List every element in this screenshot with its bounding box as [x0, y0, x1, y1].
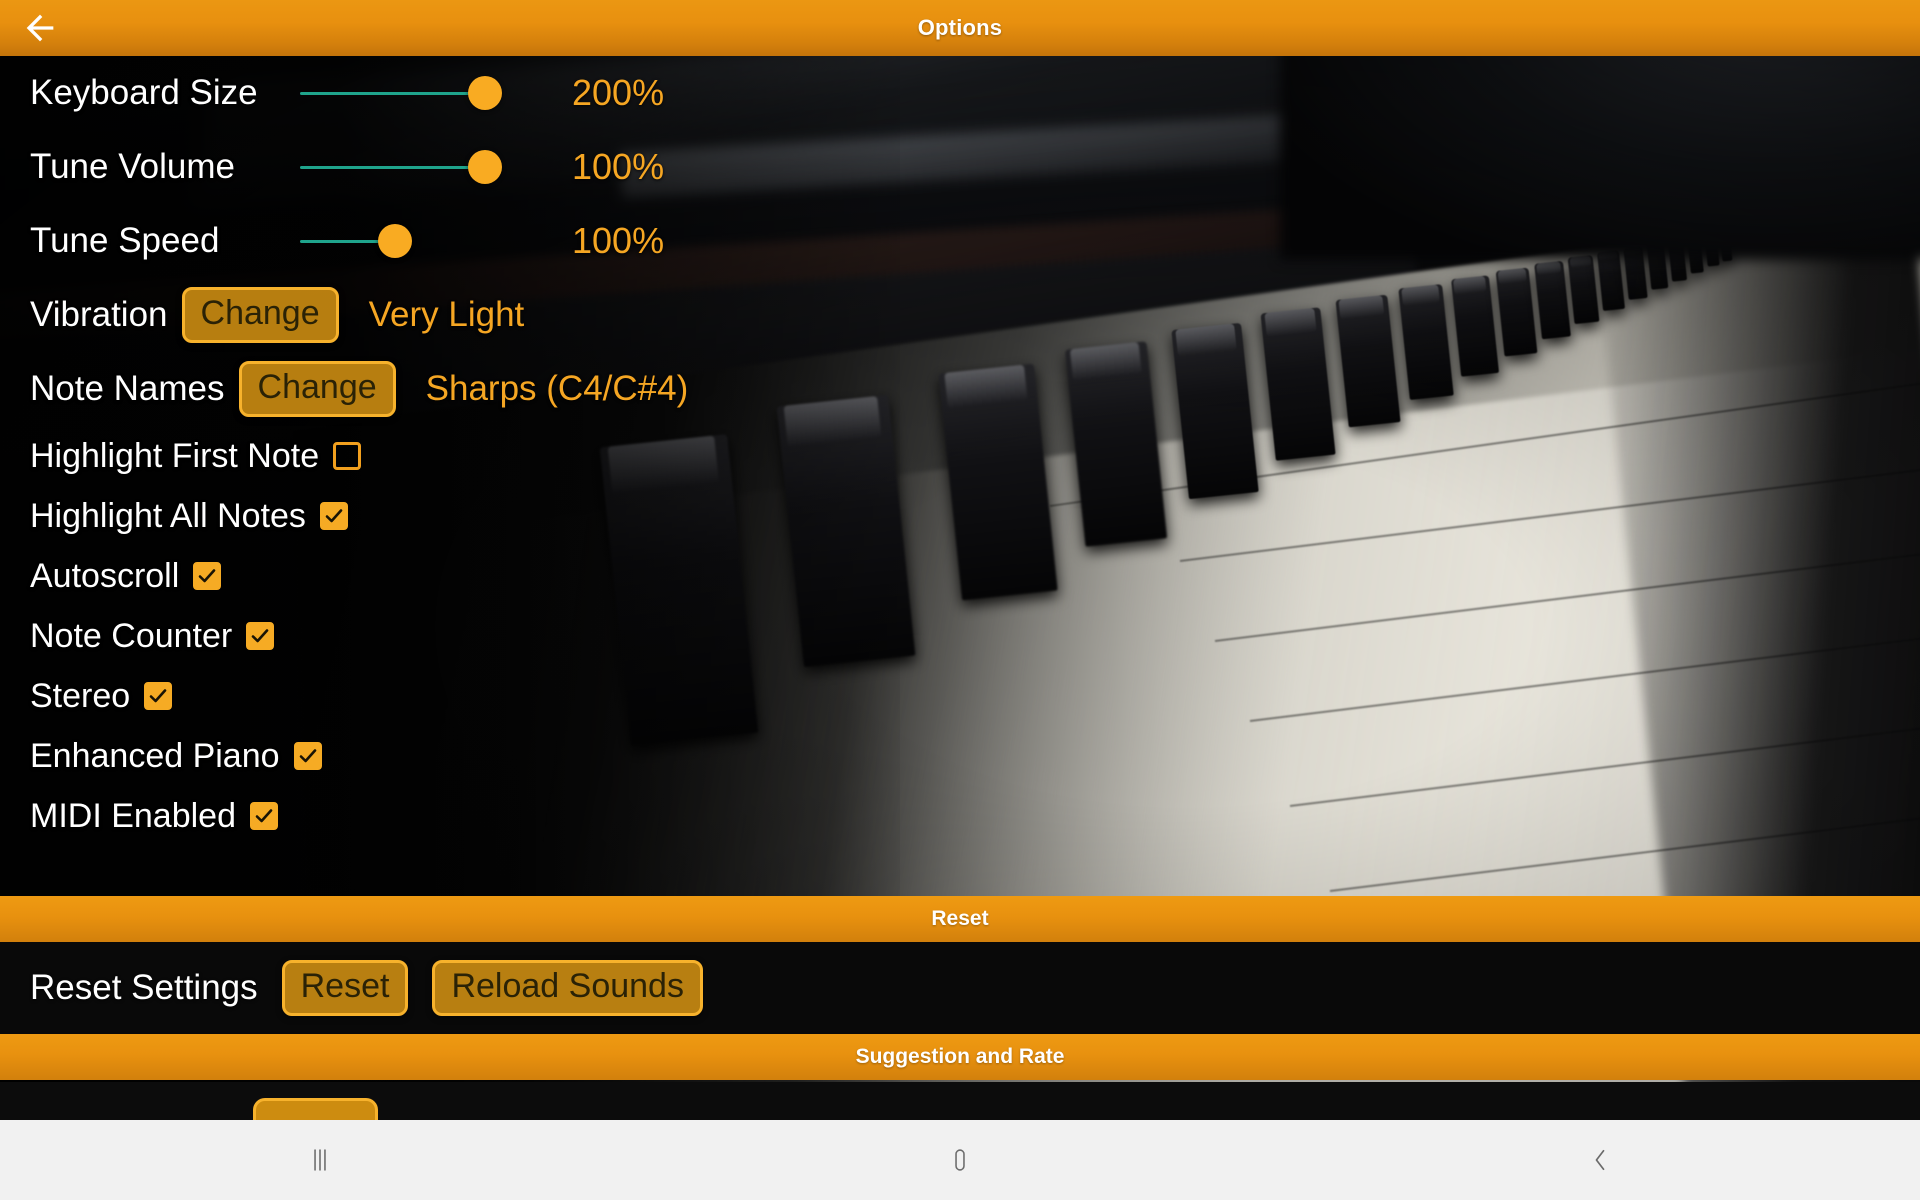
choice-label: Note Names — [30, 369, 225, 408]
slider-control[interactable] — [300, 147, 550, 187]
nav-recents-button[interactable] — [0, 1120, 640, 1200]
slider-value: 100% — [572, 146, 665, 187]
page-title: Options — [917, 15, 1003, 40]
slider-control[interactable] — [300, 221, 550, 261]
reset-section-header: Reset — [0, 896, 1920, 942]
options-list: Keyboard Size 200% Tune Volume 100% Tune Spe… — [0, 56, 1920, 896]
slider-thumb[interactable] — [468, 150, 502, 184]
reset-settings-label: Reset Settings — [30, 968, 258, 1007]
checkbox[interactable] — [250, 802, 278, 830]
slider-label: Tune Speed — [30, 221, 220, 260]
check-icon — [149, 689, 167, 703]
checkbox-row[interactable]: Highlight All Notes — [0, 486, 1920, 546]
checkbox-label: MIDI Enabled — [30, 796, 236, 835]
checkbox[interactable] — [293, 742, 322, 770]
suggestion-button-partial[interactable] — [253, 1098, 378, 1120]
checkbox-label: Note Counter — [30, 616, 233, 655]
checkbox-label: Autoscroll — [30, 556, 180, 595]
slider-value: 100% — [572, 220, 665, 261]
checkbox-row[interactable]: Stereo — [0, 666, 1920, 726]
check-icon — [251, 629, 269, 643]
recents-icon — [314, 1149, 326, 1171]
title-bar: Options — [0, 0, 1920, 56]
slider-row: Tune Speed 100% — [0, 204, 1920, 278]
checkbox[interactable] — [193, 562, 222, 590]
check-icon — [325, 509, 343, 523]
slider-label: Tune Volume — [30, 147, 235, 186]
android-navigation-bar — [0, 1120, 1920, 1200]
slider-label: Keyboard Size — [30, 73, 258, 112]
checkbox-label: Enhanced Piano — [30, 736, 280, 775]
checkbox[interactable] — [246, 622, 275, 650]
reload-sounds-button[interactable]: Reload Sounds — [432, 959, 703, 1017]
checkbox-rows: Highlight First Note Highlight All Notes A… — [0, 426, 1920, 846]
reset-button[interactable]: Reset — [281, 959, 409, 1017]
reset-settings-row: Reset Settings Reset Reload Sounds — [0, 942, 1920, 1034]
choice-value: Sharps (C4/C#4) — [425, 369, 689, 408]
slider-track[interactable] — [300, 165, 485, 169]
checkbox-row[interactable]: Enhanced Piano — [0, 726, 1920, 786]
slider-row: Tune Volume 100% — [0, 130, 1920, 204]
check-icon — [255, 809, 273, 823]
choice-rows: Vibration Change Very Light Note Names Chang… — [0, 278, 1920, 426]
choice-row: Note Names Change Sharps (C4/C#4) — [0, 352, 1920, 426]
slider-row: Keyboard Size 200% — [0, 56, 1920, 130]
check-icon — [198, 569, 216, 583]
slider-thumb[interactable] — [468, 76, 502, 110]
reset-settings-strip: Reset Settings Reset Reload Sounds — [0, 942, 1920, 1034]
checkbox[interactable] — [144, 682, 173, 710]
nav-back-button[interactable] — [1280, 1120, 1920, 1200]
choice-label: Vibration — [30, 295, 168, 334]
check-icon — [299, 749, 316, 763]
suggestion-strip — [0, 1082, 1920, 1120]
slider-control[interactable] — [300, 73, 550, 113]
checkbox-label: Highlight All Notes — [30, 496, 306, 535]
change-button[interactable]: Change — [238, 360, 396, 418]
choice-value: Very Light — [368, 295, 525, 334]
checkbox[interactable] — [333, 442, 362, 470]
choice-row: Vibration Change Very Light — [0, 278, 1920, 352]
home-icon — [955, 1149, 965, 1171]
slider-thumb[interactable] — [378, 224, 412, 258]
slider-rows: Keyboard Size 200% Tune Volume 100% Tune Spe… — [0, 56, 1920, 278]
checkbox-row[interactable]: Note Counter — [0, 606, 1920, 666]
slider-track[interactable] — [300, 91, 485, 95]
back-chevron-icon — [1595, 1149, 1605, 1171]
nav-home-button[interactable] — [640, 1120, 1280, 1200]
slider-value: 200% — [572, 72, 665, 113]
checkbox-row[interactable]: Autoscroll — [0, 546, 1920, 606]
suggestion-section-header: Suggestion and Rate — [0, 1034, 1920, 1080]
options-screen: Options Keyboard Size 200% Tune Volume 100%… — [0, 0, 1920, 1200]
checkbox-row[interactable]: MIDI Enabled — [0, 786, 1920, 846]
checkbox-label: Stereo — [30, 676, 131, 715]
checkbox-label: Highlight First Note — [30, 436, 320, 475]
checkbox-row[interactable]: Highlight First Note — [0, 426, 1920, 486]
change-button[interactable]: Change — [181, 286, 339, 344]
reset-section: Reset Reset Settings Reset Reload Sounds… — [0, 896, 1920, 1080]
checkbox[interactable] — [319, 502, 348, 530]
